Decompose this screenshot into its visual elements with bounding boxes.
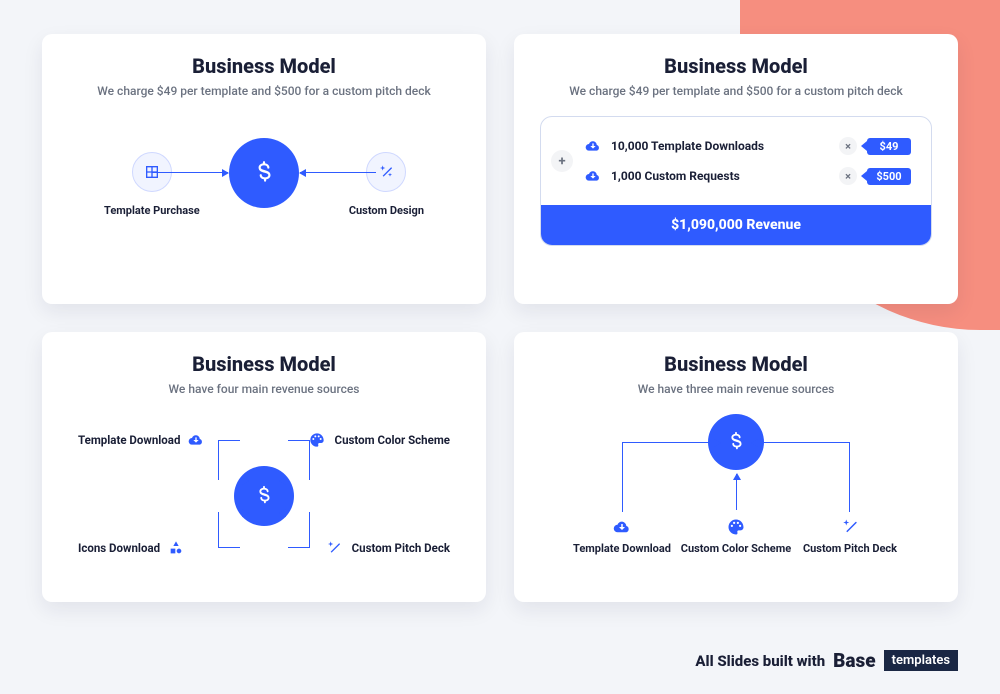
revenue-total: $1,090,000 Revenue bbox=[541, 205, 931, 245]
source-custom-color: Custom Color Scheme bbox=[666, 518, 806, 555]
revenue-row-1: 10,000 Template Downloads × $49 bbox=[585, 131, 911, 161]
slides-grid: Business Model We charge $49 per templat… bbox=[0, 0, 1000, 620]
custom-pitch-deck-label: Custom Pitch Deck bbox=[326, 540, 450, 556]
arrow-left-to-center bbox=[152, 172, 228, 173]
brand-templates-chip: templates bbox=[884, 650, 958, 671]
slide-subtitle: We charge $49 per template and $500 for … bbox=[68, 84, 460, 98]
icons-download-label: Icons Download bbox=[78, 540, 186, 556]
revenue-row-2-price: $500 bbox=[867, 168, 911, 185]
revenue-row-1-name: 10,000 Template Downloads bbox=[611, 139, 829, 153]
revenue-row-2-name: 1,000 Custom Requests bbox=[611, 169, 829, 183]
dollar-icon bbox=[234, 466, 294, 526]
dollar-icon bbox=[229, 138, 299, 208]
brand-base: Base bbox=[833, 649, 875, 672]
connector-center bbox=[736, 474, 737, 510]
slide-title: Business Model bbox=[68, 54, 460, 78]
connector-br bbox=[288, 512, 310, 548]
slide-subtitle: We have four main revenue sources bbox=[68, 382, 460, 396]
palette-icon bbox=[309, 432, 327, 448]
footer-text: All Slides built with bbox=[695, 652, 825, 670]
slide-subtitle: We have three main revenue sources bbox=[540, 382, 932, 396]
custom-design-node: Custom Design bbox=[349, 152, 424, 217]
slide-title: Business Model bbox=[540, 54, 932, 78]
custom-design-label: Custom Design bbox=[349, 204, 424, 217]
slide-title: Business Model bbox=[540, 352, 932, 376]
cloud-download-icon bbox=[585, 138, 601, 154]
dollar-node bbox=[234, 466, 294, 526]
slide-1-diagram: Template Purchase Custom Design bbox=[68, 98, 460, 282]
footer-attribution: All Slides built with Base templates bbox=[695, 649, 958, 672]
arrow-right-to-center bbox=[300, 172, 376, 173]
cloud-download-icon bbox=[188, 432, 206, 448]
times-icon: × bbox=[839, 137, 857, 155]
slide-subtitle: We charge $49 per template and $500 for … bbox=[540, 84, 932, 98]
wand-icon bbox=[841, 518, 859, 536]
wand-icon bbox=[326, 540, 344, 556]
source-custom-pitch: Custom Pitch Deck bbox=[790, 518, 910, 555]
plus-icon: + bbox=[551, 150, 573, 172]
times-icon: × bbox=[839, 167, 857, 185]
template-purchase-label: Template Purchase bbox=[104, 204, 200, 217]
shapes-icon bbox=[168, 540, 186, 556]
dollar-node bbox=[229, 138, 299, 208]
custom-color-scheme-label: Custom Color Scheme bbox=[309, 432, 450, 448]
connector-tr bbox=[288, 440, 310, 480]
slide-1: Business Model We charge $49 per templat… bbox=[42, 34, 486, 304]
cloud-download-icon bbox=[585, 168, 601, 184]
revenue-box: + 10,000 Template Downloads × $49 1,0 bbox=[540, 116, 932, 246]
revenue-rows: + 10,000 Template Downloads × $49 1,0 bbox=[541, 117, 931, 205]
template-download-label: Template Download bbox=[78, 432, 206, 448]
connector-right bbox=[760, 442, 850, 512]
template-purchase-node: Template Purchase bbox=[104, 152, 200, 217]
connector-left bbox=[622, 442, 712, 512]
revenue-row-1-price: $49 bbox=[867, 138, 911, 155]
slide-4: Business Model We have three main revenu… bbox=[514, 332, 958, 602]
slide-3-diagram: Template Download Custom Color Scheme Ic… bbox=[68, 402, 460, 580]
connector-bl bbox=[218, 512, 240, 548]
slide-2: Business Model We charge $49 per templat… bbox=[514, 34, 958, 304]
cloud-download-icon bbox=[613, 518, 631, 536]
revenue-row-2: 1,000 Custom Requests × $500 bbox=[585, 161, 911, 191]
palette-icon bbox=[727, 518, 745, 536]
slide-2-body: + 10,000 Template Downloads × $49 1,0 bbox=[540, 98, 932, 282]
slide-title: Business Model bbox=[68, 352, 460, 376]
slide-3: Business Model We have four main revenue… bbox=[42, 332, 486, 602]
source-template-download: Template Download bbox=[562, 518, 682, 555]
slide-4-diagram: Template Download Custom Color Scheme Cu… bbox=[540, 400, 932, 580]
connector-tl bbox=[218, 440, 240, 480]
